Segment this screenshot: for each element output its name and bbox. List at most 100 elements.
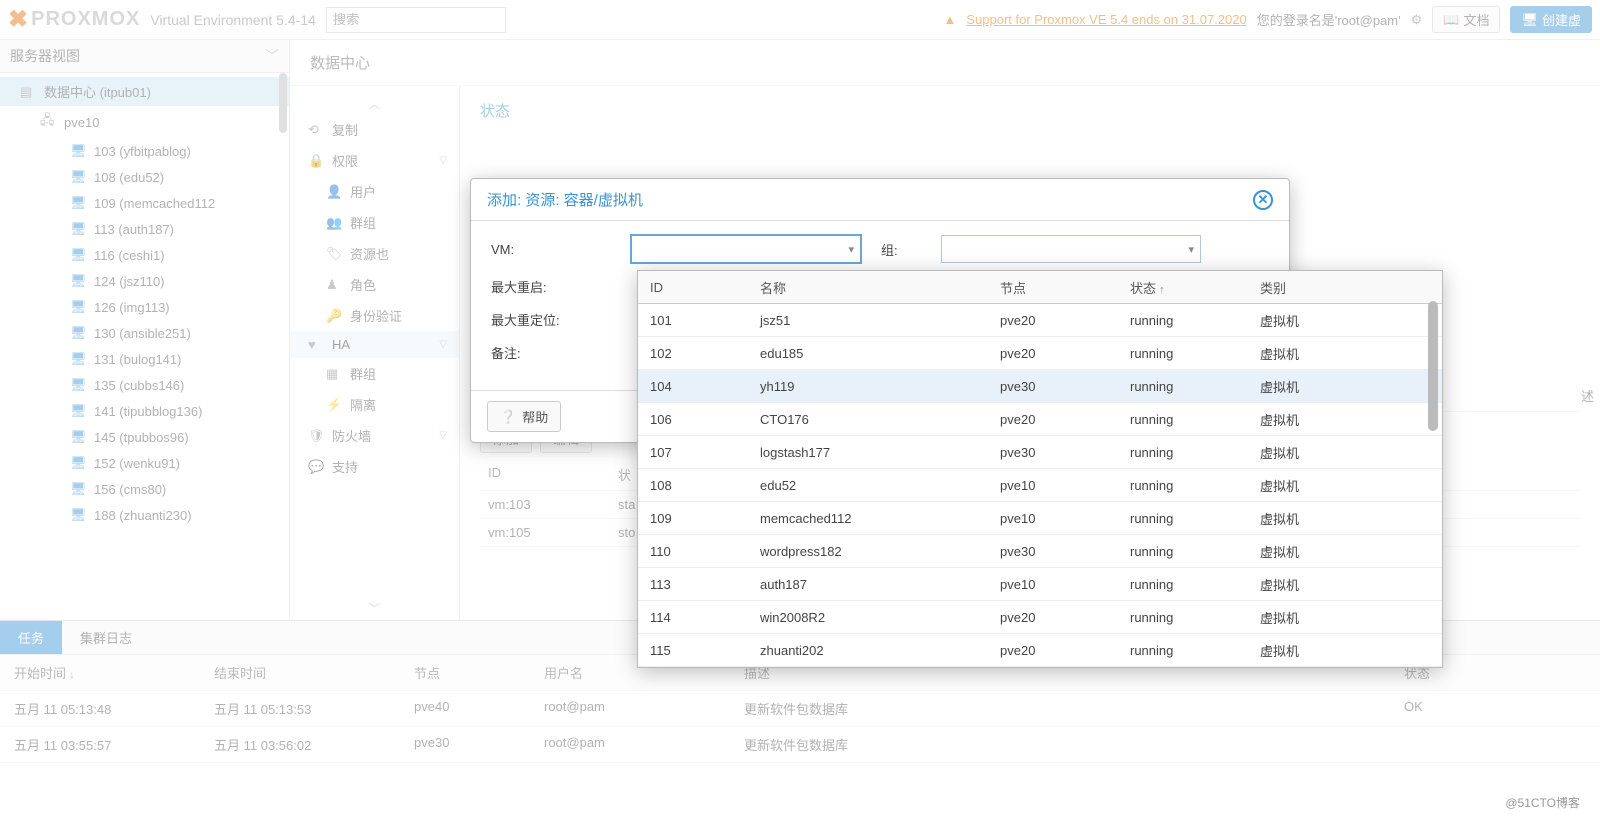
chevron-icon: ▽ (439, 339, 447, 350)
vm-option-row[interactable]: 114win2008R2pve20running虚拟机 (638, 601, 1442, 634)
vm-combo-input[interactable] (638, 242, 848, 257)
vm-option-row[interactable]: 104yh119pve30running虚拟机 (638, 370, 1442, 403)
chevron-down-icon[interactable]: ▾ (848, 243, 854, 256)
menu-item[interactable]: 🔒权限▽ (290, 145, 459, 176)
tree-item[interactable]: 🖥141 (tipubblog136) (0, 398, 289, 424)
vm-option-row[interactable]: 102edu185pve20running虚拟机 (638, 337, 1442, 370)
menu-item[interactable]: ⚡隔离 (290, 389, 459, 420)
resource-tree[interactable]: ▤数据中心 (itpub01)🖧pve10🖥103 (yfbitpablog)🖥… (0, 73, 289, 620)
create-vm-button[interactable]: 🖥创建虚 (1510, 6, 1592, 33)
menu-item[interactable]: ▦群组 (290, 358, 459, 389)
dropdown-scrollbar[interactable] (1428, 301, 1438, 431)
tree-item[interactable]: 🖥103 (yfbitpablog) (0, 138, 289, 164)
tree-item[interactable]: 🖥188 (zhuanti230) (0, 502, 289, 528)
desc-col-fragment: 述 (1581, 386, 1594, 405)
tree-item[interactable]: 🖥108 (edu52) (0, 164, 289, 190)
status-section-title: 状态 (480, 100, 1580, 121)
tree-item-label: 131 (bulog141) (94, 352, 181, 367)
vm-option-row[interactable]: 108edu52pve10running虚拟机 (638, 469, 1442, 502)
vm-icon: 🖥 (70, 195, 88, 211)
menu-scroll-down[interactable]: ﹀ (290, 598, 459, 618)
tree-item-label: 113 (auth187) (94, 222, 174, 237)
vm-icon: 🖥 (70, 455, 88, 471)
task-row[interactable]: 五月 11 03:55:57五月 11 03:56:02pve30root@pa… (0, 727, 1600, 763)
gear-icon[interactable]: ⚙ (1411, 12, 1423, 28)
tree-item[interactable]: 🖥116 (ceshi1) (0, 242, 289, 268)
menu-item-label: 群组 (350, 364, 376, 383)
vm-option-row[interactable]: 110wordpress182pve30running虚拟机 (638, 535, 1442, 568)
help-button[interactable]: ❔帮助 (487, 401, 561, 432)
tab-tasks[interactable]: 任务 (0, 621, 62, 654)
chevron-down-icon: ﹀ (265, 46, 279, 66)
dd-col-status[interactable]: 状态 (1130, 278, 1260, 297)
tree-item[interactable]: ▤数据中心 (itpub01) (0, 77, 289, 106)
tree-item[interactable]: 🖥131 (bulog141) (0, 346, 289, 372)
tree-item[interactable]: 🖧pve10 (0, 106, 289, 138)
tree-item[interactable]: 🖥130 (ansible251) (0, 320, 289, 346)
close-icon[interactable]: ✕ (1253, 190, 1273, 210)
version-label: Virtual Environment 5.4-14 (150, 12, 316, 28)
menu-item[interactable]: 🏷资源也 (290, 238, 459, 269)
datacenter-icon: ▤ (20, 84, 38, 100)
col-node[interactable]: 节点 (414, 663, 544, 682)
scrollbar-thumb[interactable] (279, 73, 287, 133)
logo-text: PROXMOX (31, 8, 140, 31)
menu-item[interactable]: ♟角色 (290, 269, 459, 300)
tree-item-label: 152 (wenku91) (94, 456, 180, 471)
task-row[interactable]: 五月 11 05:13:48五月 11 05:13:53pve40root@pa… (0, 691, 1600, 727)
eol-warning-link[interactable]: Support for Proxmox VE 5.4 ends on 31.07… (966, 12, 1246, 27)
tree-item-label: 141 (tipubblog136) (94, 404, 202, 419)
monitor-icon: 🖥 (1521, 12, 1538, 28)
menu-item[interactable]: 🛡防火墙▽ (290, 420, 459, 451)
chevron-icon: ▽ (439, 155, 447, 166)
menu-item[interactable]: 🔑身份验证 (290, 300, 459, 331)
col-end-time[interactable]: 结束时间 (214, 663, 414, 682)
vm-combobox[interactable]: ▾ (631, 235, 861, 263)
chevron-down-icon[interactable]: ▾ (1188, 243, 1194, 256)
book-icon: 📖 (1443, 12, 1459, 28)
vm-option-row[interactable]: 101jsz51pve20running虚拟机 (638, 304, 1442, 337)
dd-col-id[interactable]: ID (650, 280, 760, 295)
tree-item[interactable]: 🖥145 (tpubbos96) (0, 424, 289, 450)
tree-item[interactable]: 🖥156 (cms80) (0, 476, 289, 502)
group-combobox[interactable]: ▾ (941, 235, 1201, 263)
menu-item[interactable]: ⟲复制 (290, 114, 459, 145)
vm-option-row[interactable]: 106CTO176pve20running虚拟机 (638, 403, 1442, 436)
menu-icon: 🔒 (308, 153, 324, 169)
tree-item[interactable]: 🖥 152 (wenku91) (0, 450, 289, 476)
help-icon: ❔ (500, 409, 516, 425)
tree-item[interactable]: 🖥124 (jsz110) (0, 268, 289, 294)
menu-item[interactable]: 👥群组 (290, 207, 459, 238)
dd-col-name[interactable]: 名称 (760, 278, 1000, 297)
search-input[interactable] (326, 7, 506, 33)
col-start-time[interactable]: 开始时间 (14, 663, 214, 682)
tree-item-label: 116 (ceshi1) (94, 248, 165, 263)
vm-option-row[interactable]: 109memcached112pve10running虚拟机 (638, 502, 1442, 535)
vm-option-row[interactable]: 113auth187pve10running虚拟机 (638, 568, 1442, 601)
tab-cluster-log[interactable]: 集群日志 (62, 621, 150, 654)
sidebar-view-selector[interactable]: 服务器视图 ﹀ (0, 40, 289, 73)
tree-item[interactable]: 🖥113 (auth187) (0, 216, 289, 242)
menu-item-label: 角色 (350, 275, 376, 294)
dd-col-type[interactable]: 类别 (1260, 278, 1420, 297)
logo: ✖ PROXMOX (8, 5, 140, 34)
vm-option-row[interactable]: 115zhuanti202pve20running虚拟机 (638, 634, 1442, 667)
menu-item[interactable]: ♥HA▽ (290, 331, 459, 358)
tree-item[interactable]: 🖥109 (memcached112 (0, 190, 289, 216)
max-restart-label: 最大重启: (491, 277, 611, 296)
tree-item[interactable]: 🖥135 (cubbs146) (0, 372, 289, 398)
vm-icon: 🖥 (70, 169, 88, 185)
tree-item-label: pve10 (64, 115, 99, 130)
docs-button[interactable]: 📖文档 (1432, 6, 1500, 33)
vm-option-row[interactable]: 107logstash177pve30running虚拟机 (638, 436, 1442, 469)
dd-col-node[interactable]: 节点 (1000, 278, 1130, 297)
menu-item-label: HA (332, 337, 350, 352)
tree-item[interactable]: 🖥126 (img113) (0, 294, 289, 320)
tree-item-label: 130 (ansible251) (94, 326, 191, 341)
comment-label: 备注: (491, 343, 611, 362)
menu-item[interactable]: 👤用户 (290, 176, 459, 207)
menu-scroll-up[interactable]: ︿ (290, 94, 459, 114)
menu-item-label: 复制 (332, 120, 358, 139)
menu-item[interactable]: 💬支持 (290, 451, 459, 482)
header-right: ▲ Support for Proxmox VE 5.4 ends on 31.… (943, 6, 1592, 33)
